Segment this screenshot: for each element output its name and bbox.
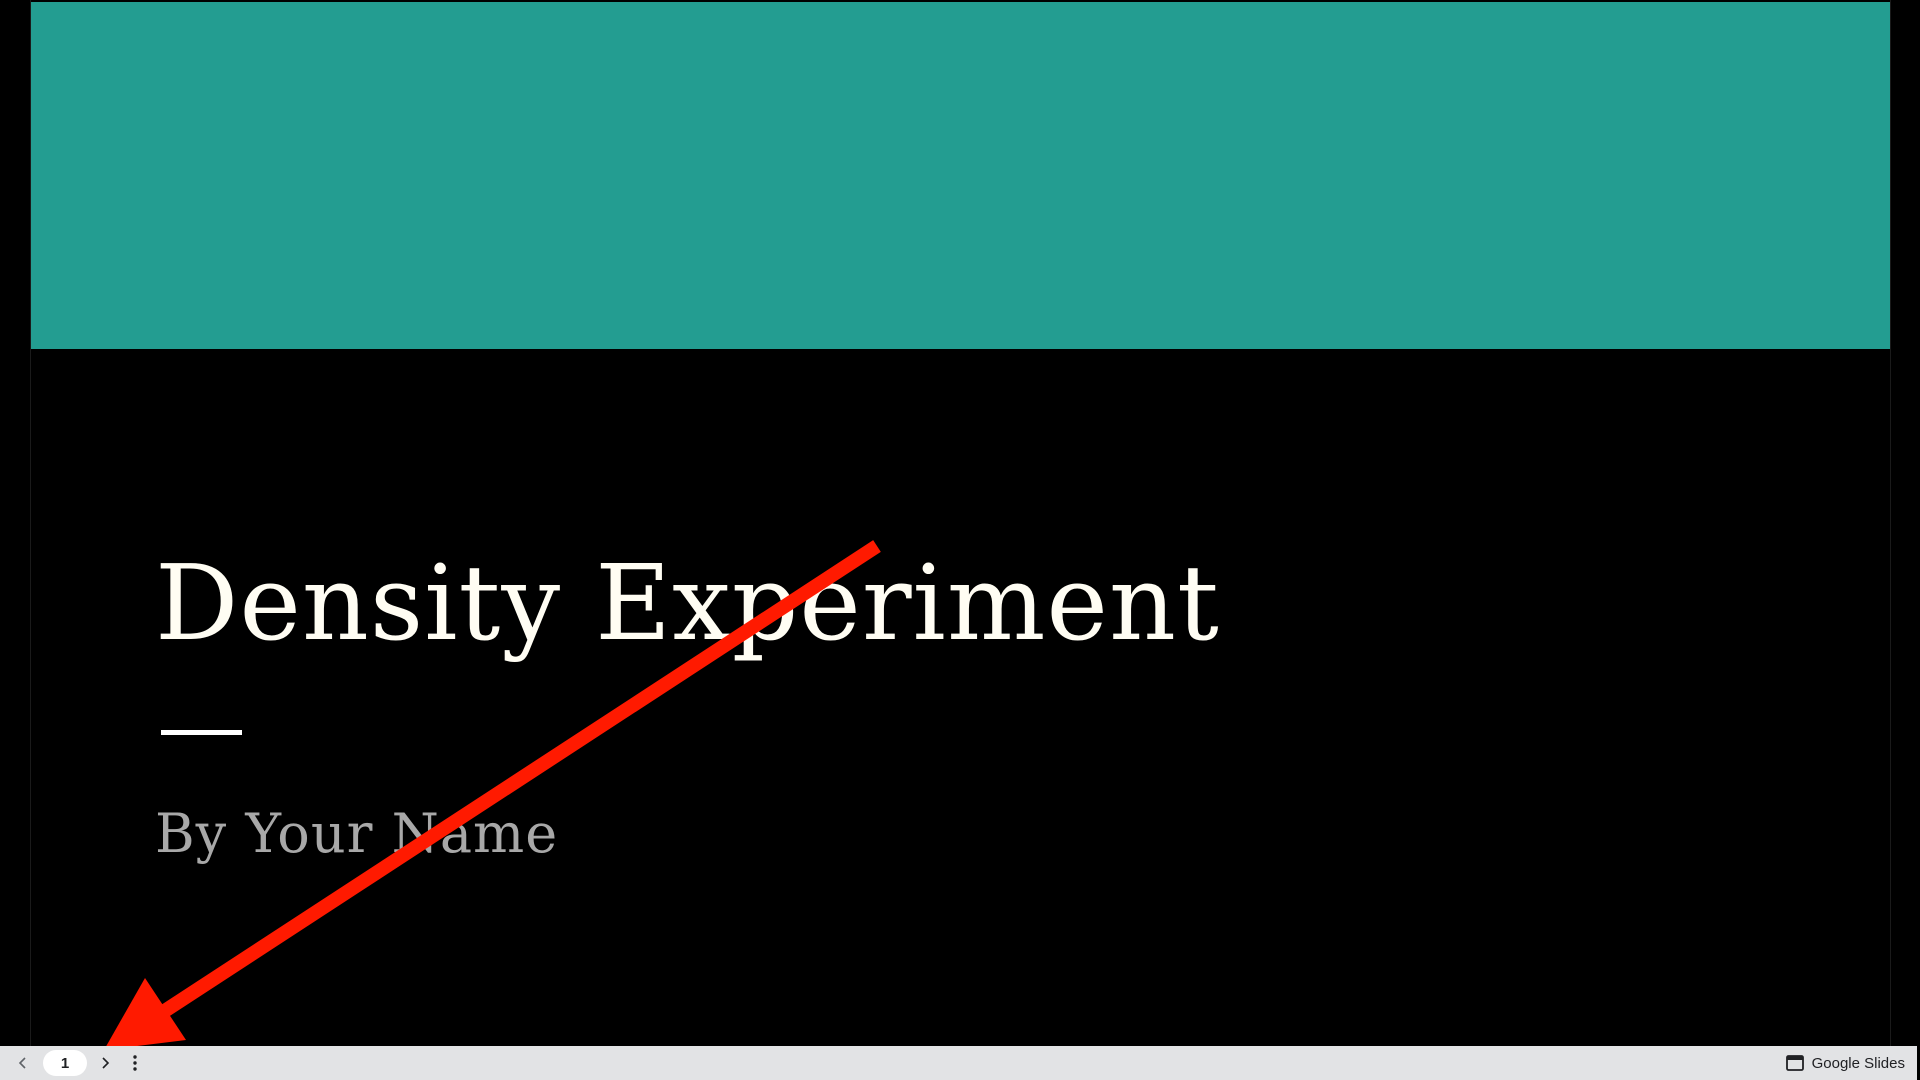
more-options-button[interactable] — [123, 1051, 147, 1075]
more-vert-icon — [133, 1055, 137, 1071]
viewer-toolbar: 1 Google Slides — [0, 1046, 1920, 1080]
slides-embed-viewer: Density Experiment By Your Name 1 Google… — [0, 0, 1920, 1080]
chevron-right-icon — [102, 1057, 110, 1069]
title-divider — [161, 730, 242, 735]
slide-subtitle: By Your Name — [155, 802, 559, 865]
chevron-left-icon — [18, 1057, 26, 1069]
slide: Density Experiment By Your Name — [30, 0, 1891, 1046]
next-slide-button[interactable] — [93, 1051, 117, 1075]
slides-icon — [1785, 1055, 1804, 1071]
previous-slide-button[interactable] — [11, 1051, 35, 1075]
brand-label: Google Slides — [1811, 1054, 1905, 1072]
page-number-input[interactable]: 1 — [43, 1050, 87, 1076]
slide-title: Density Experiment — [155, 542, 1220, 664]
google-slides-link[interactable]: Google Slides — [1785, 1054, 1905, 1072]
slide-banner — [31, 2, 1890, 349]
